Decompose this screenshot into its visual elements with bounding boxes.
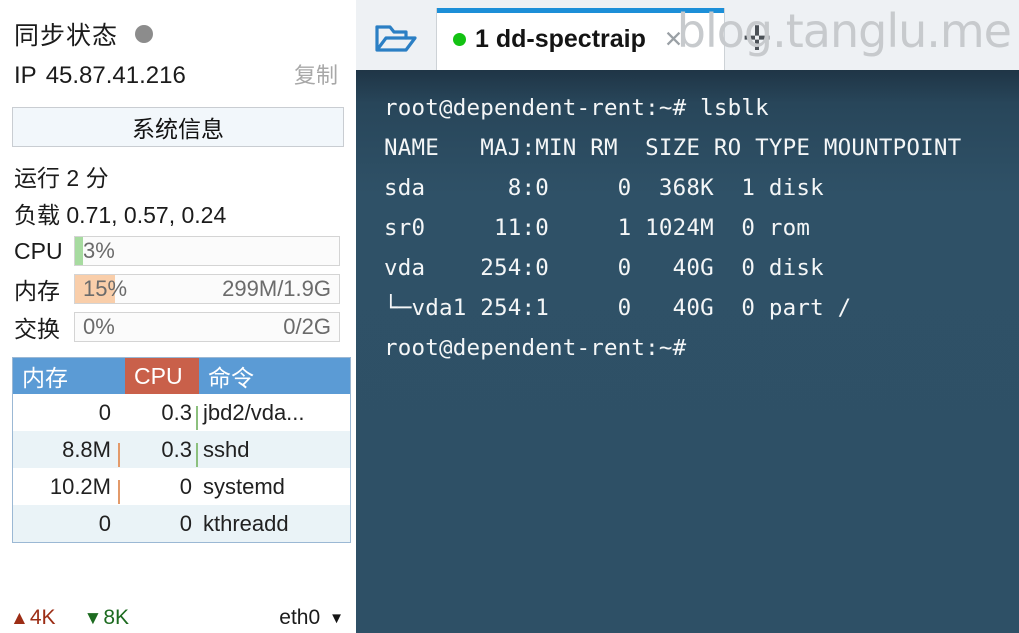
cell-memory-value: 8.8M xyxy=(62,436,111,462)
open-folder-button[interactable] xyxy=(356,10,436,70)
meter-percent-swap: 0% xyxy=(83,314,115,339)
cell-memory-value: 10.2M xyxy=(49,473,111,499)
cell-cpu-value: 0.3 xyxy=(161,399,192,425)
cell-cpu-value: 0 xyxy=(179,510,192,536)
network-status-footer: ▲ 4K ▼ 8K eth0 ▼ xyxy=(0,603,356,633)
cell-memory-value: 0 xyxy=(98,510,111,536)
cell-memory: 0 xyxy=(13,400,125,426)
meter-percent-memory: 15% xyxy=(83,276,128,301)
column-header-memory[interactable]: 内存 xyxy=(13,358,125,394)
tab-title: 1 dd-spectraip xyxy=(475,24,646,53)
cell-memory: 10.2M xyxy=(13,473,125,504)
meter-track-swap: 0% 0/2G xyxy=(74,312,340,342)
terminal-line: vda 254:0 0 40G 0 disk xyxy=(384,255,838,281)
ip-label: IP xyxy=(14,62,37,89)
server-status-sidebar: 同步状态 IP 45.87.41.216 复制 系统信息 运行 2 分 负载 0.… xyxy=(0,0,356,633)
plus-icon: ✛ xyxy=(742,20,772,58)
cell-cpu: 0.3 xyxy=(125,436,199,467)
open-folder-icon xyxy=(375,25,417,52)
network-interface-selector[interactable]: eth0 ▼ xyxy=(279,606,344,630)
cell-cpu-value: 0 xyxy=(179,473,192,499)
column-header-cpu[interactable]: CPU xyxy=(125,358,199,394)
cpu-tick-marker xyxy=(196,405,198,430)
meter-row-cpu: CPU 3% xyxy=(8,235,348,267)
cell-cpu-value: 0.3 xyxy=(161,436,192,462)
chevron-down-icon: ▼ xyxy=(329,609,344,627)
arrow-down-icon: ▼ xyxy=(83,607,103,629)
meter-label-swap: 交换 xyxy=(14,316,60,342)
terminal-pane: 1 dd-spectraip ✕ ✛ blog.tanglu.me root@d… xyxy=(356,0,1019,633)
resource-meters: CPU 3% 内存 15% 299M/1.9G 交换 0% 0/2G xyxy=(8,235,348,343)
ip-address-row: IP 45.87.41.216 复制 xyxy=(8,58,348,96)
meter-detail-swap: 0/2G xyxy=(283,314,331,339)
network-download-value: 8K xyxy=(103,606,129,629)
table-row[interactable]: 10.2M 0 systemd xyxy=(13,468,350,505)
meter-row-memory: 内存 15% 299M/1.9G xyxy=(8,273,348,305)
terminal-line: sr0 11:0 1 1024M 0 rom xyxy=(384,215,838,241)
cell-command: jbd2/vda... xyxy=(203,399,305,425)
load-average-text: 负载 0.71, 0.57, 0.24 xyxy=(14,201,227,228)
close-icon[interactable]: ✕ xyxy=(664,27,683,51)
table-row[interactable]: 0 0.3 jbd2/vda... xyxy=(13,394,350,431)
terminal-line: NAME MAJ:MIN RM SIZE RO TYPE MOUNTPOINT xyxy=(384,135,962,161)
cell-memory-value: 0 xyxy=(98,399,111,425)
meter-track-memory: 15% 299M/1.9G xyxy=(74,274,340,304)
network-interface-label: eth0 xyxy=(279,606,321,629)
cpu-tick-marker xyxy=(196,442,198,467)
uptime-text: 运行 2 分 xyxy=(14,164,109,191)
process-table-header: 内存 CPU 命令 xyxy=(13,358,350,394)
new-tab-button[interactable]: ✛ xyxy=(725,8,789,70)
cell-command: sshd xyxy=(203,436,250,462)
cell-cpu: 0 xyxy=(125,511,199,537)
meter-fill-cpu xyxy=(75,237,83,265)
meter-track-cpu: 3% xyxy=(74,236,340,266)
terminal-output-area[interactable]: root@dependent-rent:~# lsblk NAME MAJ:MI… xyxy=(356,70,1019,633)
terminal-line: sda 8:0 0 368K 1 disk xyxy=(384,175,838,201)
copy-ip-button[interactable]: 复制 xyxy=(294,58,348,90)
process-table: 内存 CPU 命令 0 0.3 jbd2/vda... 8.8M 0.3 ssh… xyxy=(12,357,351,543)
cell-memory: 0 xyxy=(13,511,125,537)
memory-tick-marker xyxy=(118,479,120,504)
sync-status-row: 同步状态 xyxy=(8,10,348,58)
ip-address-text: IP 45.87.41.216 xyxy=(14,62,186,90)
cell-cpu: 0.3 xyxy=(125,399,199,430)
ip-value: 45.87.41.216 xyxy=(45,62,186,89)
terminal-line: root@dependent-rent:~# lsblk xyxy=(384,95,769,121)
cell-memory: 8.8M xyxy=(13,436,125,467)
network-download-stat: ▼ 8K xyxy=(84,606,130,630)
meter-label-memory: 内存 xyxy=(14,278,60,304)
terminal-tab-active[interactable]: 1 dd-spectraip ✕ xyxy=(436,8,725,70)
sync-status-label: 同步状态 xyxy=(14,22,119,50)
meter-label-cpu: CPU xyxy=(14,237,63,264)
arrow-up-icon: ▲ xyxy=(10,607,29,629)
terminal-tab-bar: 1 dd-spectraip ✕ ✛ blog.tanglu.me xyxy=(356,0,1019,70)
network-upload-value: 4K xyxy=(29,606,56,629)
cell-command: kthreadd xyxy=(203,510,289,536)
terminal-line: root@dependent-rent:~# xyxy=(384,335,687,361)
cell-command: systemd xyxy=(203,473,285,499)
cell-cpu: 0 xyxy=(125,474,199,500)
table-row[interactable]: 0 0 kthreadd xyxy=(13,505,350,542)
tab-active-accent-bar xyxy=(437,8,724,13)
sync-status-dot xyxy=(135,25,154,43)
tab-status-dot xyxy=(453,32,466,46)
table-row[interactable]: 8.8M 0.3 sshd xyxy=(13,431,350,468)
meter-percent-cpu: 3% xyxy=(83,238,115,263)
meter-row-swap: 交换 0% 0/2G xyxy=(8,311,348,343)
meter-detail-memory: 299M/1.9G xyxy=(222,276,331,301)
network-upload-stat: ▲ 4K xyxy=(10,606,56,630)
column-header-command[interactable]: 命令 xyxy=(199,358,350,394)
terminal-line: └─vda1 254:1 0 40G 0 part / xyxy=(384,295,852,321)
memory-tick-marker xyxy=(118,442,120,467)
system-info-button[interactable]: 系统信息 xyxy=(12,107,344,147)
